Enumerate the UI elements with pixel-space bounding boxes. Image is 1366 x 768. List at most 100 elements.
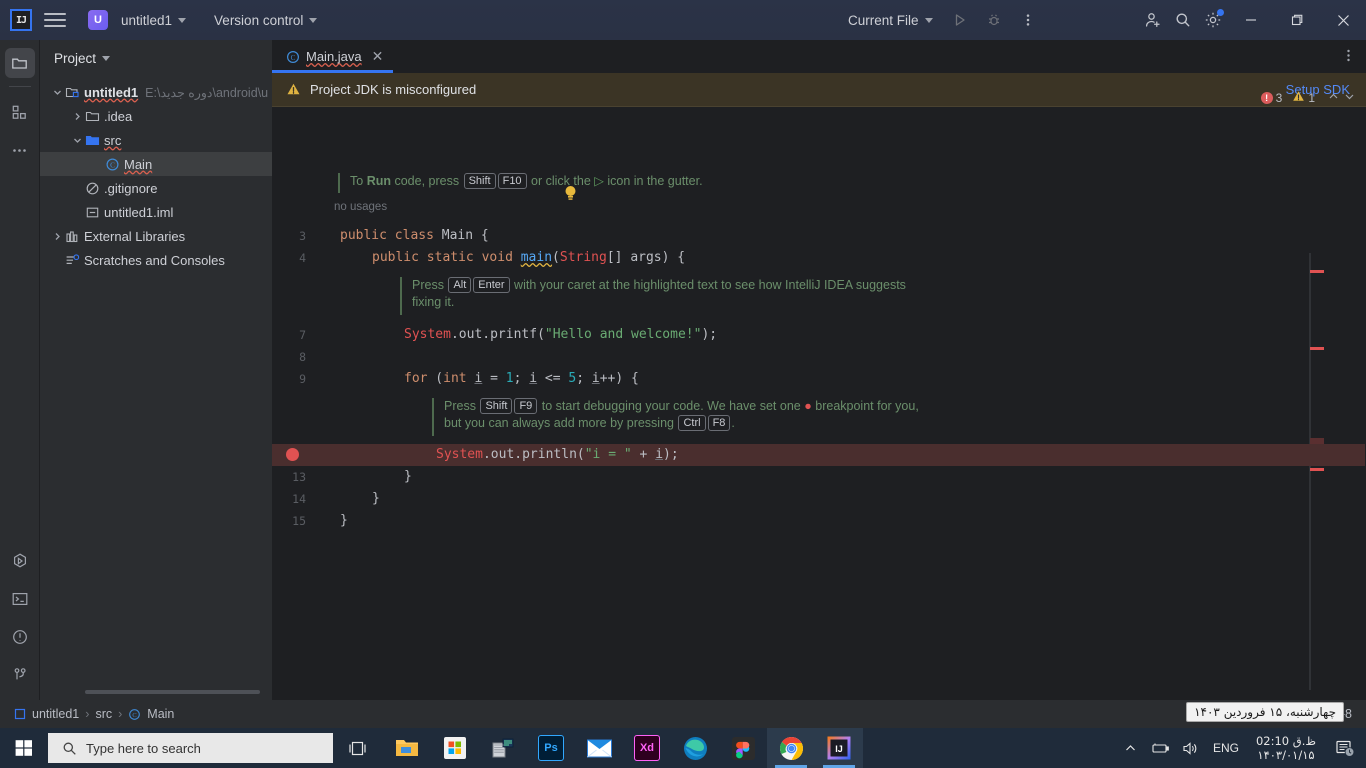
run-button[interactable] [945, 5, 975, 35]
date-tooltip: چهارشنبه، ۱۵ فروردین ۱۴۰۳ [1186, 702, 1344, 722]
keyboard-shortcut-key: Enter [473, 277, 510, 293]
rail-button-run[interactable] [5, 546, 35, 576]
task-view-icon[interactable] [333, 728, 381, 768]
clock[interactable]: 02:10 ظ.ق ۱۴۰۳/۰۱/۱۵ [1248, 734, 1324, 762]
error-marker[interactable] [1310, 270, 1324, 273]
code-token: } [340, 513, 348, 528]
tree-item-src[interactable]: src [40, 128, 272, 152]
code-line[interactable]: } [340, 510, 348, 532]
editor-tabs-more-icon[interactable] [1341, 48, 1356, 68]
code-token: System [436, 447, 483, 462]
taskbar-app-microsoft-edge[interactable] [671, 728, 719, 768]
taskbar-app-microsoft-store[interactable] [431, 728, 479, 768]
taskbar-app-file-explorer[interactable] [383, 728, 431, 768]
settings-notification-dot [1217, 9, 1224, 16]
code-token: i [591, 371, 600, 386]
taskbar-app-figma[interactable] [719, 728, 767, 768]
close-icon[interactable]: ✕ [372, 48, 384, 65]
adobe-xd-icon: Xd [634, 735, 660, 761]
line-number: 4 [299, 251, 306, 265]
intention-bulb-icon[interactable] [564, 185, 577, 206]
language-indicator[interactable]: ENG [1208, 728, 1244, 768]
title-bar-left: IJ U untitled1 Version control [0, 0, 325, 40]
java-class-icon: C [286, 50, 300, 63]
more-vertical-icon[interactable] [1013, 5, 1043, 35]
iml-file-icon [86, 207, 98, 217]
tree-item-untitled1-iml[interactable]: untitled1.iml [40, 200, 272, 224]
rail-button-terminal[interactable] [5, 584, 35, 614]
editor-tab-main-java[interactable]: C Main.java ✕ [272, 40, 394, 73]
project-panel-scrollbar[interactable] [85, 690, 260, 694]
breakpoint-gutter-icon[interactable] [286, 448, 299, 461]
battery-icon[interactable] [1148, 728, 1174, 768]
version-control-menu[interactable]: Version control [206, 9, 325, 32]
rail-button-more[interactable] [5, 135, 35, 165]
minimize-button[interactable] [1228, 0, 1274, 40]
rail-button-project[interactable] [4, 48, 35, 78]
code-line[interactable]: } [404, 466, 412, 488]
rail-button-structure[interactable] [5, 97, 35, 127]
rail-divider [8, 86, 31, 87]
chevron-down-icon[interactable] [50, 87, 64, 98]
code-line[interactable]: public class Main { [340, 225, 489, 247]
windows-logo-icon[interactable] [0, 728, 48, 768]
taskbar-app-pos-app[interactable] [479, 728, 527, 768]
run-configuration-selector[interactable]: Current File [840, 9, 941, 32]
iml-file-icon-wrap [84, 204, 100, 220]
add-user-icon[interactable] [1138, 5, 1168, 35]
taskbar-app-mail[interactable] [575, 728, 623, 768]
breadcrumb-item[interactable]: Main [147, 707, 174, 721]
editor-scrollbar[interactable] [1309, 253, 1311, 690]
inspection-widget[interactable]: ! 3 1 [1260, 90, 1356, 106]
code-line[interactable]: System.out.println("i = " + i); [436, 444, 679, 466]
gear-icon[interactable] [1198, 5, 1228, 35]
breadcrumb-item[interactable]: untitled1 [32, 707, 79, 721]
code-line[interactable]: for (int i = 1; i <= 5; i++) { [404, 368, 639, 390]
tree-item-main[interactable]: C Main [40, 152, 272, 176]
chevron-right-icon[interactable] [50, 231, 64, 242]
tree-item-label: .gitignore [104, 180, 158, 196]
code-line[interactable]: System.out.printf("Hello and welcome!"); [404, 324, 717, 346]
folder-icon-wrap [84, 108, 100, 124]
search-input[interactable]: Type here to search [48, 733, 333, 763]
microsoft-edge-icon [682, 735, 708, 761]
code-token: 1 [505, 371, 514, 386]
tree-item--idea[interactable]: .idea [40, 104, 272, 128]
rail-button-problems[interactable] [5, 622, 35, 652]
project-selector[interactable]: U untitled1 [80, 6, 194, 34]
tree-item--gitignore[interactable]: .gitignore [40, 176, 272, 200]
code-token: i [529, 371, 538, 386]
tree-item-scratches-and-consoles[interactable]: Scratches and Consoles [40, 248, 272, 272]
code-line[interactable]: } [372, 488, 380, 510]
tree-item-label: Scratches and Consoles [84, 252, 225, 268]
tree-item-untitled1[interactable]: untitled1 E:\دوره جدید\android\u [40, 80, 272, 104]
chevron-down-icon[interactable] [70, 135, 84, 146]
taskbar-app-photoshop[interactable]: Ps [527, 728, 575, 768]
code-line[interactable]: public static void main(String[] args) { [372, 247, 685, 269]
error-marker[interactable] [1310, 468, 1324, 471]
rail-button-git[interactable] [5, 660, 35, 690]
maximize-button[interactable] [1274, 0, 1320, 40]
chevron-right-icon[interactable] [70, 111, 84, 122]
notification-center-icon[interactable] [1328, 728, 1362, 768]
chevron-down-icon[interactable] [1343, 90, 1356, 106]
taskbar-app-adobe-xd[interactable]: Xd [623, 728, 671, 768]
error-marker[interactable] [1310, 347, 1324, 350]
project-panel-header[interactable]: Project [40, 40, 272, 76]
hamburger-menu-icon[interactable] [44, 9, 66, 31]
photoshop-icon: Ps [538, 735, 564, 761]
breadcrumb-item[interactable]: src [95, 707, 112, 721]
taskbar-app-google-chrome[interactable] [767, 728, 815, 768]
debug-button[interactable] [979, 5, 1009, 35]
taskbar-app-intellij-idea[interactable]: IJ [815, 728, 863, 768]
speaker-icon[interactable] [1178, 728, 1204, 768]
search-icon[interactable] [1168, 5, 1198, 35]
code-token: "Hello and welcome!" [544, 327, 702, 342]
chevron-up-icon[interactable] [1327, 90, 1340, 106]
code-token: println [522, 447, 577, 462]
code-editor[interactable]: To Run code, press Shift F10 or click the… [272, 133, 1366, 700]
close-button[interactable] [1320, 0, 1366, 40]
code-token: ( [537, 327, 545, 342]
chevron-up-icon[interactable] [1118, 728, 1144, 768]
tree-item-external-libraries[interactable]: External Libraries [40, 224, 272, 248]
